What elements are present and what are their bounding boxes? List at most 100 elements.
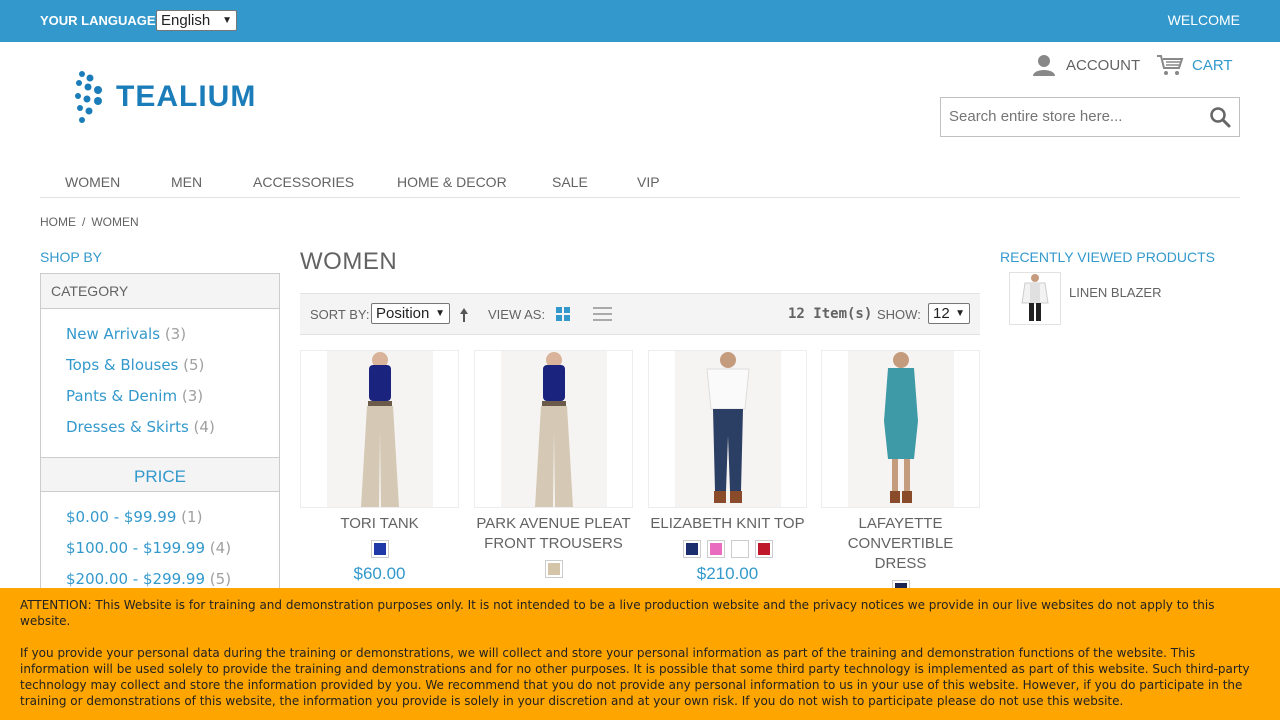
product-image[interactable]: [300, 350, 459, 508]
sort-value: Position: [376, 305, 430, 322]
filter-label: Tops & Blouses: [66, 356, 179, 374]
product-name[interactable]: ELIZABETH KNIT TOP: [648, 514, 807, 534]
logo-text: TEALIUM: [116, 80, 257, 113]
layered-nav: CATEGORY New Arrivals (3) Tops & Blouses…: [40, 273, 280, 593]
price-filter-item[interactable]: $100.00 - $199.99 (4): [66, 533, 279, 564]
filter-count: (4): [209, 539, 232, 557]
language-select[interactable]: English ▼: [156, 10, 237, 31]
product-toolbar: SORT BY: Position ▼ VIEW AS: 12 Item(s) …: [300, 293, 980, 335]
filter-label: New Arrivals: [66, 325, 161, 343]
breadcrumb-current: WOMEN: [91, 215, 139, 229]
filter-count: (3): [164, 325, 187, 343]
color-swatch[interactable]: [754, 540, 773, 558]
product-card: ELIZABETH KNIT TOP $210.00: [648, 350, 807, 584]
filter-label: $200.00 - $299.99: [66, 570, 206, 588]
sort-select[interactable]: Position ▼: [371, 303, 450, 324]
product-photo: [848, 351, 954, 507]
color-swatch[interactable]: [370, 540, 389, 558]
notice-paragraph: ATTENTION: This Website is for training …: [20, 598, 1215, 628]
sort-direction-icon[interactable]: [459, 307, 469, 323]
view-as-label: VIEW AS:: [488, 307, 546, 322]
filter-count: (4): [193, 418, 215, 436]
account-label: ACCOUNT: [1066, 56, 1141, 74]
product-photo: [327, 351, 433, 507]
show-label: SHOW:: [877, 307, 921, 322]
chevron-down-icon: ▼: [435, 308, 445, 319]
price-heading: PRICE: [41, 457, 279, 492]
cart-label: CART: [1192, 56, 1233, 74]
product-card: LAFAYETTE CONVERTIBLE DRESS: [821, 350, 980, 598]
color-swatch[interactable]: [730, 540, 749, 558]
notice-paragraph: If you provide your personal data during…: [20, 646, 1250, 708]
breadcrumb-home[interactable]: HOME: [40, 215, 76, 229]
demo-notice-banner: ATTENTION: This Website is for training …: [0, 588, 1280, 720]
color-swatch[interactable]: [544, 560, 563, 578]
filter-label: $100.00 - $199.99: [66, 539, 206, 557]
logo[interactable]: TEALIUM: [74, 70, 299, 124]
category-filter-item[interactable]: Tops & Blouses (5): [66, 350, 279, 381]
product-price: $60.00: [353, 564, 406, 583]
price-filter-item[interactable]: $0.00 - $99.99 (1): [66, 502, 279, 533]
nav-item-vip[interactable]: VIP: [637, 174, 660, 190]
recently-viewed-thumbnail[interactable]: [1009, 272, 1061, 325]
chevron-down-icon: ▼: [955, 308, 965, 319]
nav-item-women[interactable]: WOMEN: [65, 174, 120, 190]
product-name[interactable]: PARK AVENUE PLEAT FRONT TROUSERS: [474, 514, 633, 554]
language-label: YOUR LANGUAGE:: [40, 13, 160, 28]
product-photo: [1021, 274, 1049, 321]
color-swatches: [300, 540, 459, 558]
recently-viewed-title: RECENTLY VIEWED PRODUCTS: [1000, 249, 1215, 265]
color-swatch[interactable]: [682, 540, 701, 558]
nav-item-men[interactable]: MEN: [171, 174, 202, 190]
list-view-icon[interactable]: [593, 306, 612, 322]
welcome-text: WELCOME: [1167, 12, 1240, 28]
product-name[interactable]: LAFAYETTE CONVERTIBLE DRESS: [821, 514, 980, 574]
breadcrumb: HOME / WOMEN: [40, 215, 139, 229]
shop-by-title: SHOP BY: [40, 249, 102, 265]
filter-count: (1): [181, 508, 203, 526]
category-filter-item[interactable]: New Arrivals (3): [66, 319, 279, 350]
breadcrumb-separator: /: [82, 215, 86, 229]
item-count: 12 Item(s): [788, 306, 873, 322]
search-box: [940, 97, 1240, 137]
filter-label: Pants & Denim: [66, 387, 178, 405]
color-swatch[interactable]: [706, 540, 725, 558]
product-name[interactable]: TORI TANK: [300, 514, 459, 534]
product-price: $210.00: [696, 564, 759, 583]
recently-viewed-item-name[interactable]: LINEN BLAZER: [1069, 285, 1161, 300]
search-icon[interactable]: [1209, 106, 1231, 128]
cart-icon: [1157, 55, 1184, 75]
show-value: 12: [933, 305, 950, 322]
category-filter-item[interactable]: Pants & Denim (3): [66, 381, 279, 412]
sort-label: SORT BY:: [310, 307, 370, 322]
category-heading: CATEGORY: [41, 274, 279, 309]
filter-count: (3): [181, 387, 204, 405]
account-link[interactable]: ACCOUNT: [1032, 53, 1140, 77]
filter-label: Dresses & Skirts: [66, 418, 189, 436]
category-list: New Arrivals (3) Tops & Blouses (5) Pant…: [41, 309, 279, 451]
product-image[interactable]: [474, 350, 633, 508]
filter-count: (5): [183, 356, 205, 374]
price-list: $0.00 - $99.99 (1) $100.00 - $199.99 (4)…: [41, 492, 279, 593]
chevron-down-icon: ▼: [222, 15, 232, 26]
cart-link[interactable]: CART: [1156, 53, 1233, 77]
logo-mark-icon: [75, 71, 102, 123]
product-card: TORI TANK $60.00: [300, 350, 459, 584]
nav-item-accessories[interactable]: ACCESSORIES: [253, 174, 354, 190]
nav-item-sale[interactable]: SALE: [552, 174, 588, 190]
page-title: WOMEN: [300, 248, 398, 275]
show-select[interactable]: 12 ▼: [928, 303, 970, 324]
search-input[interactable]: [949, 108, 1199, 125]
filter-label: $0.00 - $99.99: [66, 508, 177, 526]
category-filter-item[interactable]: Dresses & Skirts (4): [66, 412, 279, 443]
grid-view-icon[interactable]: [556, 307, 570, 321]
product-photo: [501, 351, 607, 507]
color-swatches: [648, 540, 807, 558]
nav-item-home-decor[interactable]: HOME & DECOR: [397, 174, 507, 190]
product-image[interactable]: [821, 350, 980, 508]
product-card: PARK AVENUE PLEAT FRONT TROUSERS: [474, 350, 633, 578]
filter-count: (5): [209, 570, 232, 588]
product-image[interactable]: [648, 350, 807, 508]
language-value: English: [161, 12, 211, 29]
main-nav: WOMEN MEN ACCESSORIES HOME & DECOR SALE …: [40, 164, 1240, 198]
